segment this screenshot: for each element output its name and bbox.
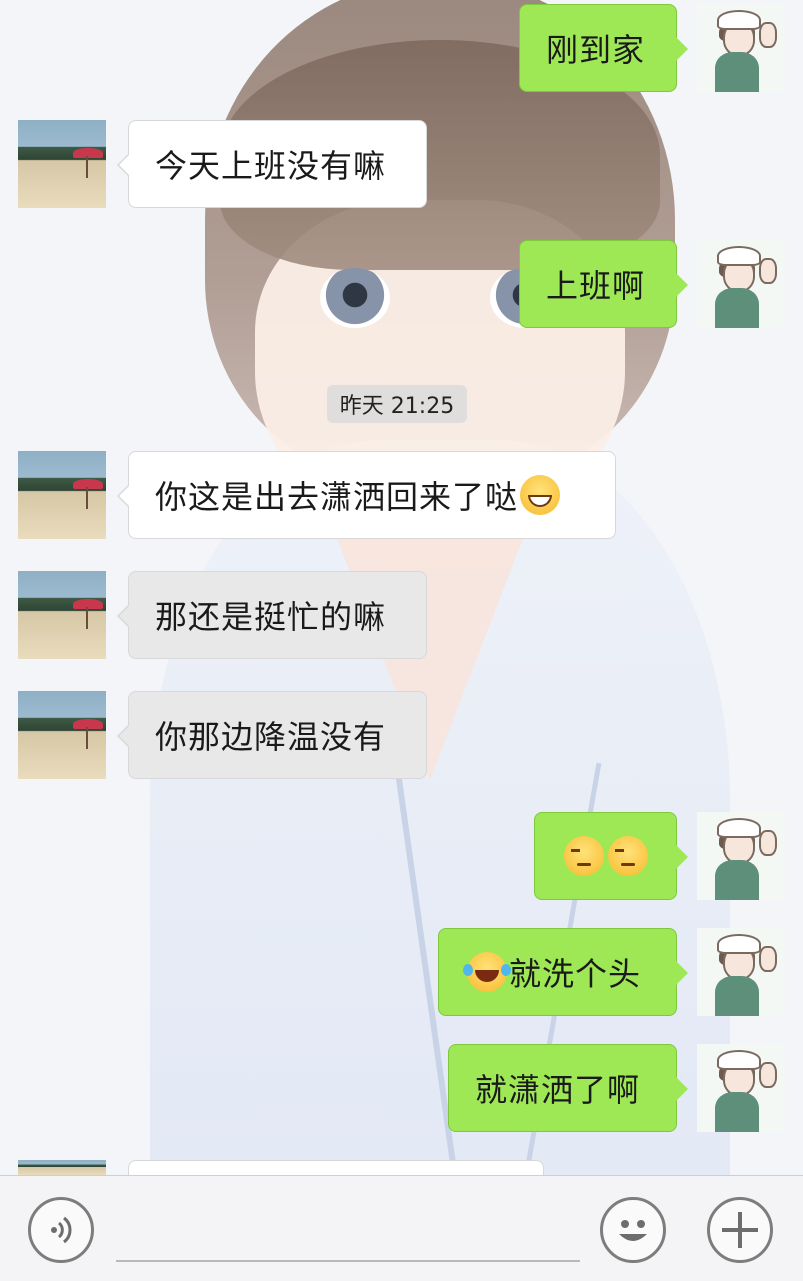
voice-input-button[interactable] bbox=[28, 1197, 94, 1263]
my-avatar[interactable] bbox=[697, 812, 785, 900]
message-text: 就潇洒了啊 bbox=[475, 1071, 641, 1109]
emoji-button[interactable] bbox=[600, 1197, 666, 1263]
message-text: 刚到家 bbox=[546, 31, 646, 69]
message-bubble-incoming[interactable]: 你这是出去潇洒回来了哒 bbox=[117, 451, 616, 539]
contact-avatar[interactable] bbox=[18, 571, 106, 659]
joy-emoji-icon bbox=[463, 952, 507, 992]
message-bubble-incoming-partial[interactable] bbox=[128, 1160, 544, 1175]
message-bubble-outgoing[interactable]: 上班啊 bbox=[519, 240, 688, 328]
message-bubble-outgoing[interactable] bbox=[534, 812, 688, 900]
chat-input-bar bbox=[0, 1175, 803, 1281]
my-avatar[interactable] bbox=[697, 240, 785, 328]
message-text: 今天上班没有嘛 bbox=[155, 147, 387, 185]
timestamp-text: 昨天 21:25 bbox=[339, 394, 455, 419]
voice-icon bbox=[51, 1216, 72, 1244]
message-text: 那还是挺忙的嘛 bbox=[155, 598, 387, 636]
contact-avatar[interactable] bbox=[18, 451, 106, 539]
my-avatar[interactable] bbox=[697, 928, 785, 1016]
contact-avatar[interactable] bbox=[18, 1160, 106, 1218]
message-bubble-outgoing[interactable]: 就洗个头 bbox=[438, 928, 688, 1016]
contact-avatar[interactable] bbox=[18, 691, 106, 779]
message-text: 你那边降温没有 bbox=[155, 718, 387, 756]
unamused-emoji-icon bbox=[563, 836, 604, 876]
message-bubble-outgoing[interactable]: 刚到家 bbox=[519, 4, 688, 92]
message-timestamp: 昨天 21:25 bbox=[327, 385, 467, 423]
more-actions-button[interactable] bbox=[707, 1197, 773, 1263]
message-bubble-incoming[interactable]: 你那边降温没有 bbox=[117, 691, 427, 779]
plus-icon bbox=[722, 1212, 758, 1248]
message-bubble-incoming[interactable]: 那还是挺忙的嘛 bbox=[117, 571, 427, 659]
unamused-emoji-icon bbox=[607, 836, 648, 876]
emoji-icon bbox=[619, 1220, 647, 1241]
message-text: 就洗个头 bbox=[509, 955, 642, 993]
grin-emoji-icon bbox=[520, 475, 561, 515]
my-avatar[interactable] bbox=[697, 4, 785, 92]
message-list[interactable]: 刚到家 今天上班没有嘛 上班啊 昨天 21:25 你这是出去潇洒回来了哒 那还是… bbox=[0, 0, 803, 1280]
message-text: 上班啊 bbox=[546, 267, 646, 305]
message-bubble-incoming[interactable]: 今天上班没有嘛 bbox=[117, 120, 427, 208]
my-avatar[interactable] bbox=[697, 1044, 785, 1132]
message-text: 你这是出去潇洒回来了哒 bbox=[155, 478, 519, 516]
message-bubble-outgoing[interactable]: 就潇洒了啊 bbox=[448, 1044, 688, 1132]
message-input-field[interactable] bbox=[116, 1260, 580, 1262]
contact-avatar[interactable] bbox=[18, 120, 106, 208]
